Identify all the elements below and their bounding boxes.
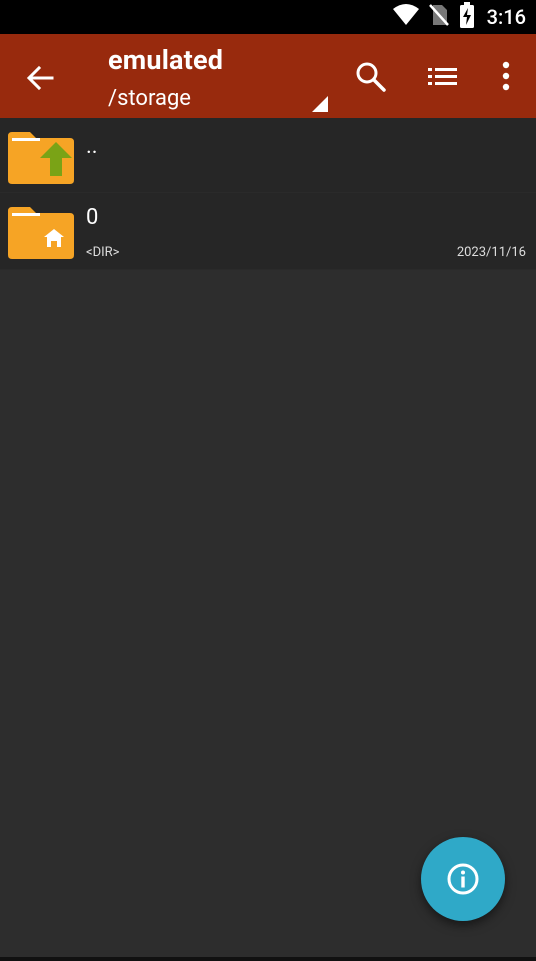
file-date: 2023/11/16 (456, 245, 526, 260)
no-sim-icon (428, 3, 449, 31)
info-icon (447, 863, 479, 895)
page-title: emulated (108, 44, 224, 76)
wifi-icon (392, 4, 419, 30)
list-item[interactable]: .. (0, 118, 536, 193)
view-mode-button[interactable] (426, 62, 460, 92)
status-time: 3:16 (486, 5, 526, 29)
app-bar: emulated /storage (0, 34, 536, 118)
folder-up-icon (8, 132, 74, 184)
list-view-icon (428, 68, 457, 85)
more-vert-icon (502, 61, 510, 91)
file-name: 0 (86, 205, 99, 230)
more-options-button[interactable] (494, 58, 518, 96)
back-button[interactable] (22, 60, 58, 96)
back-arrow-icon (26, 65, 54, 91)
file-list: .. 0 <DIR> 2023/11/16 (0, 118, 536, 270)
home-folder-icon (8, 207, 74, 259)
file-name: .. (86, 134, 98, 159)
list-item[interactable]: 0 <DIR> 2023/11/16 (0, 193, 536, 270)
search-button[interactable] (354, 60, 388, 94)
file-kind: <DIR> (86, 245, 120, 260)
path-dropdown-icon[interactable] (312, 96, 328, 112)
nav-bar (0, 957, 536, 961)
search-icon (356, 62, 386, 92)
info-button[interactable] (421, 837, 505, 921)
status-icons: 3:16 (392, 0, 526, 34)
battery-icon (459, 2, 475, 32)
path-subtitle[interactable]: /storage (108, 86, 191, 111)
status-bar: 3:16 (0, 0, 536, 34)
